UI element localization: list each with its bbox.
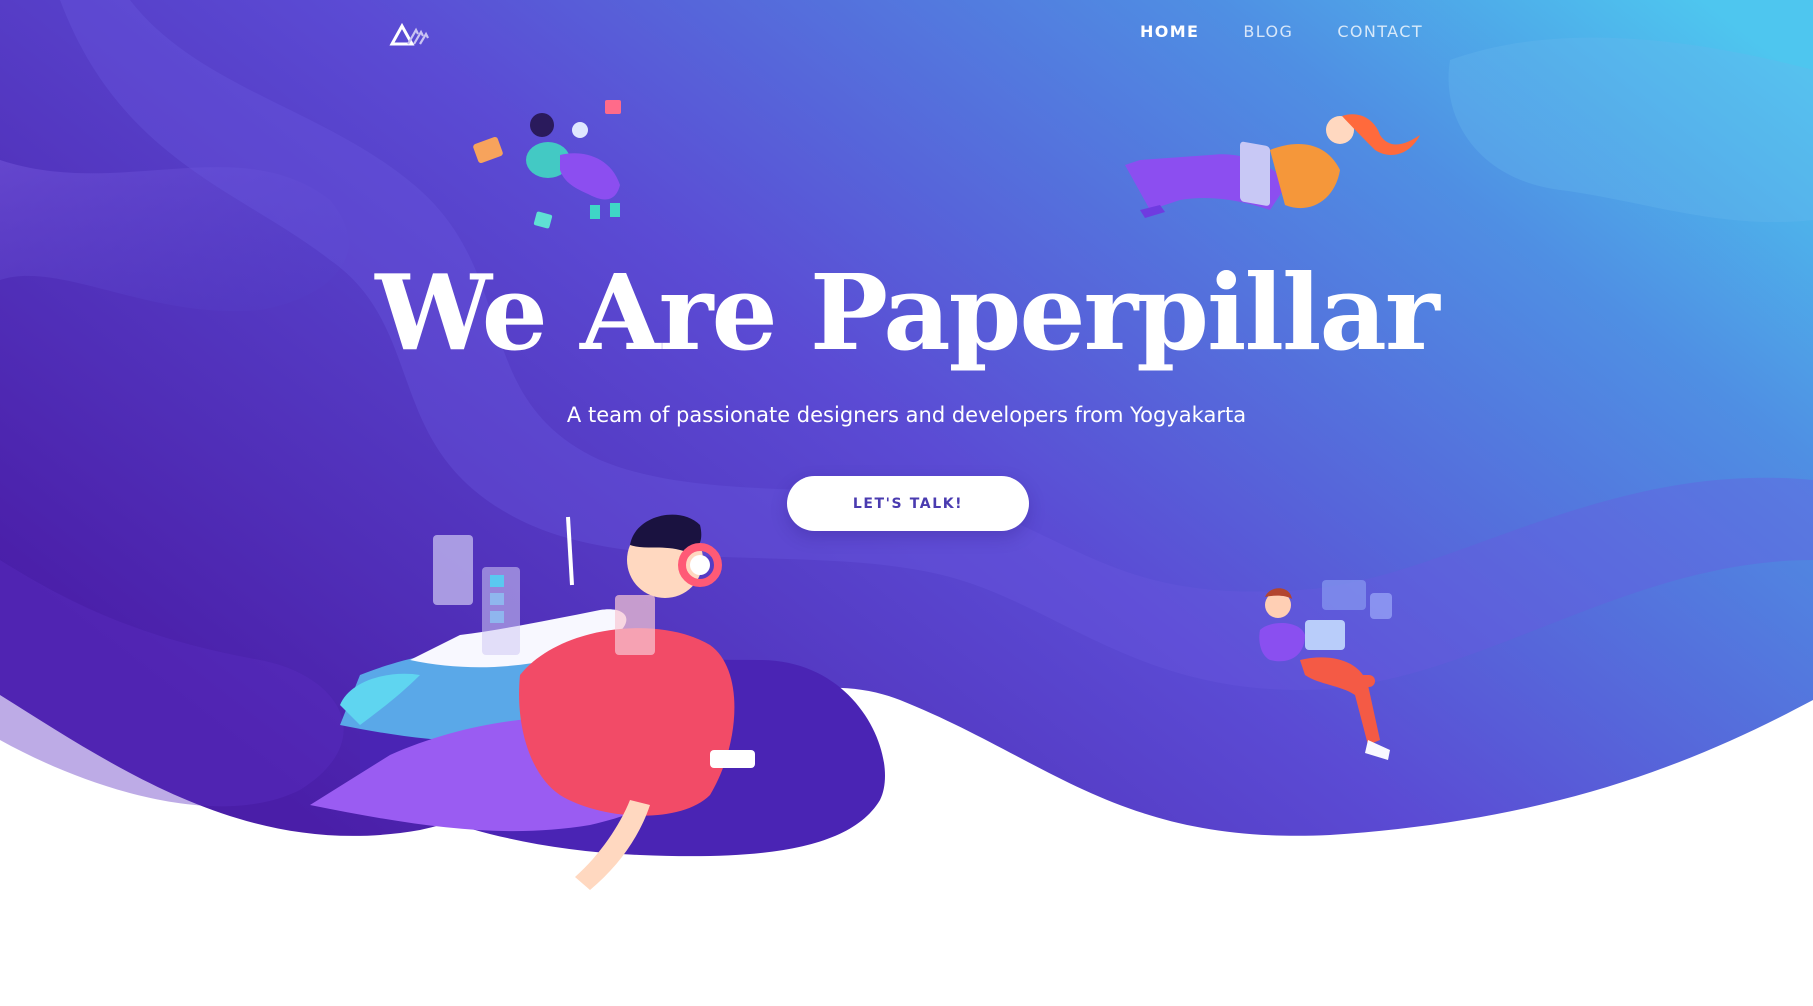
floating-developer-illustration [1259,580,1392,760]
designer-headphones-illustration [310,514,755,890]
nav-link-home[interactable]: HOME [1140,22,1199,41]
top-navigation: HOME BLOG CONTACT [0,0,1813,66]
nav-link-contact[interactable]: CONTACT [1337,22,1423,41]
nav-links: HOME BLOG CONTACT [1140,22,1423,41]
paperpillar-logo-icon[interactable] [388,22,430,46]
nav-link-blog[interactable]: BLOG [1243,22,1293,41]
floating-laptop-girl-illustration [1125,114,1420,218]
floating-photographer-illustration [473,100,621,229]
hero-title: We Are Paperpillar [375,251,1439,374]
hero-subtitle: A team of passionate designers and devel… [566,403,1247,427]
